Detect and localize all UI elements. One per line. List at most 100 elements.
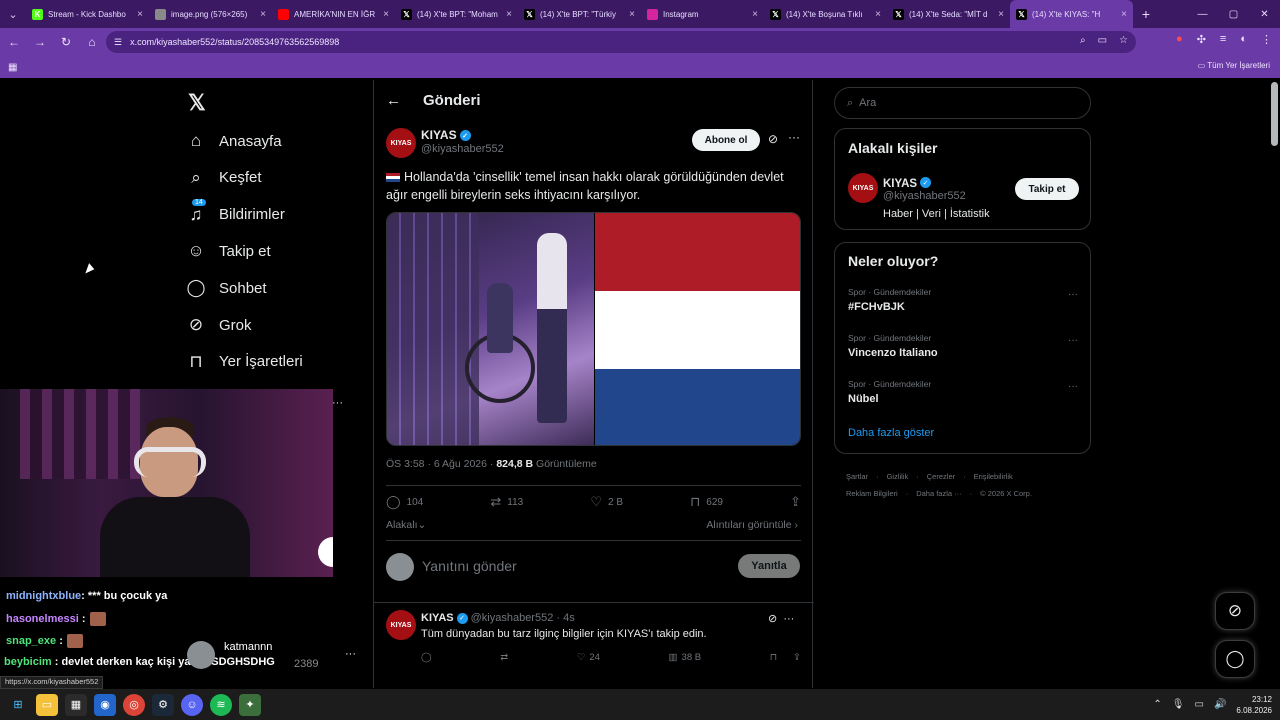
forward-icon[interactable]: → bbox=[28, 30, 52, 54]
tweet-time[interactable]: ÖS 3:58 · 6 Ağu 2026 · bbox=[386, 458, 496, 470]
browser-tab-2[interactable]: AMERİKA'NIN EN İĞR × bbox=[272, 0, 395, 28]
tab-close-icon[interactable]: × bbox=[1121, 9, 1127, 20]
browser-tab-4[interactable]: 𝕏 (14) X'te BPT: "Türkiy × bbox=[518, 0, 641, 28]
volume-icon[interactable]: 🔊 bbox=[1214, 699, 1226, 710]
bookmark-icon[interactable]: ⊓ bbox=[770, 652, 777, 663]
zoom-icon[interactable]: ⌕ bbox=[1080, 35, 1086, 46]
repost-button[interactable]: ⇄ bbox=[500, 652, 508, 663]
trend-item[interactable]: #FCHvBJK bbox=[848, 301, 905, 313]
related-sort[interactable]: Alakalı⌄ bbox=[386, 519, 426, 531]
chat-username[interactable]: beybicim bbox=[4, 656, 52, 668]
footer-link[interactable]: Gizlilik bbox=[887, 472, 909, 481]
home-browser-icon[interactable]: ⌂ bbox=[80, 30, 104, 54]
file-explorer-icon[interactable]: ▭ bbox=[36, 693, 58, 716]
tab-close-icon[interactable]: × bbox=[260, 9, 266, 20]
tab-close-icon[interactable]: × bbox=[998, 9, 1004, 20]
profile-avatar-icon[interactable]: ◐ bbox=[1240, 33, 1247, 46]
x-logo-icon[interactable]: 𝕏 bbox=[188, 90, 206, 116]
trend-item[interactable]: Nübel bbox=[848, 393, 879, 405]
webcam-more-icon[interactable]: ··· bbox=[332, 397, 343, 409]
browser-tab-8[interactable]: 𝕏 (14) X'te KIYAS: "H × bbox=[1010, 0, 1133, 28]
footer-link[interactable]: © 2026 X Corp. bbox=[980, 489, 1032, 498]
trend-more-icon[interactable]: ··· bbox=[1068, 335, 1078, 346]
like-button[interactable]: ♡ 2 B bbox=[590, 494, 623, 510]
reply-input[interactable]: Yanıtını gönder bbox=[422, 558, 517, 574]
reply-button[interactable]: ◯ bbox=[421, 652, 432, 663]
clock[interactable]: 23:12 6.08.2026 bbox=[1236, 694, 1272, 716]
display-icon[interactable]: ▭ bbox=[1195, 699, 1204, 710]
chat-username[interactable]: midnightxblue bbox=[6, 590, 81, 602]
obs-icon[interactable]: ◉ bbox=[94, 693, 116, 716]
spotify-icon[interactable]: ≋ bbox=[210, 693, 232, 716]
tab-close-icon[interactable]: × bbox=[629, 9, 635, 20]
footer-link[interactable]: Çerezler bbox=[927, 472, 955, 481]
back-arrow-icon[interactable]: ← bbox=[386, 92, 401, 109]
share-button[interactable]: ⇪ bbox=[790, 494, 801, 510]
author-name[interactable]: KIYAS ✓ bbox=[421, 128, 471, 142]
trend-more-icon[interactable]: ··· bbox=[1068, 381, 1078, 392]
browser-tab-7[interactable]: 𝕏 (14) X'te Seda: "MİT d × bbox=[887, 0, 1010, 28]
nav-item-chat[interactable]: ◯ Sohbet bbox=[184, 273, 266, 303]
nav-item-bell[interactable]: ♫ 14 Bildirimler bbox=[184, 198, 285, 230]
repost-button[interactable]: ⇄ 113 bbox=[490, 494, 523, 510]
show-more-link[interactable]: Daha fazla göster bbox=[848, 427, 934, 439]
tweet-image[interactable] bbox=[386, 212, 801, 446]
related-person-handle[interactable]: @kiyashaber552 bbox=[883, 190, 966, 202]
reply-button[interactable]: ◯ 104 bbox=[386, 494, 423, 510]
store-icon[interactable]: ▦ bbox=[65, 693, 87, 716]
bookmark-button[interactable]: ⊓ 629 bbox=[690, 494, 723, 510]
scrollbar-thumb[interactable] bbox=[1271, 82, 1278, 146]
chat-username[interactable]: hasonelmessi bbox=[6, 613, 79, 625]
minimize-icon[interactable]: — bbox=[1187, 0, 1218, 28]
tab-search-icon[interactable]: ⌄ bbox=[0, 0, 26, 28]
discord-icon[interactable]: ☺ bbox=[181, 693, 203, 716]
nav-item-follow[interactable]: ☺ Takip et bbox=[184, 236, 270, 266]
messages-float-button[interactable]: ◯ bbox=[1215, 640, 1255, 678]
follow-button[interactable]: Takip et bbox=[1015, 178, 1079, 200]
browser-tab-0[interactable]: K Stream - Kick Dashbo × bbox=[26, 0, 149, 28]
grok-float-button[interactable]: ⊘ bbox=[1215, 592, 1255, 630]
footer-link[interactable]: Daha fazla ··· bbox=[916, 489, 961, 498]
tab-close-icon[interactable]: × bbox=[506, 9, 512, 20]
trend-item[interactable]: Vincenzo Italiano bbox=[848, 347, 938, 359]
game-app-icon[interactable]: ✦ bbox=[239, 693, 261, 716]
footer-link[interactable]: Şartlar bbox=[846, 472, 868, 481]
tab-close-icon[interactable]: × bbox=[137, 9, 143, 20]
new-tab-button[interactable]: + bbox=[1133, 6, 1159, 22]
trend-more-icon[interactable]: ··· bbox=[1068, 289, 1078, 300]
chrome-icon[interactable]: ◎ bbox=[123, 693, 145, 716]
all-bookmarks-folder[interactable]: ▭ Tüm Yer İşaretleri bbox=[1198, 61, 1270, 70]
subscribe-button[interactable]: Abone ol bbox=[692, 129, 760, 151]
more-options-icon[interactable]: ··· bbox=[783, 613, 794, 625]
extension-red-icon[interactable]: ● bbox=[1176, 33, 1183, 46]
tray-chevron-icon[interactable]: ⌃ bbox=[1153, 699, 1161, 710]
nav-item-grok[interactable]: ⊘ Grok bbox=[184, 310, 252, 340]
author-handle[interactable]: @kiyashaber552 bbox=[421, 143, 504, 155]
search-input[interactable]: ⌕ Ara bbox=[834, 87, 1091, 119]
maximize-icon[interactable]: ▢ bbox=[1218, 0, 1249, 28]
reload-icon[interactable]: ↻ bbox=[54, 30, 78, 54]
site-info-icon[interactable]: ☰ bbox=[114, 37, 122, 48]
close-window-icon[interactable]: ✕ bbox=[1249, 0, 1280, 28]
reply-author-avatar[interactable]: KIYAS bbox=[386, 610, 416, 640]
browser-tab-5[interactable]: Instagram × bbox=[641, 0, 764, 28]
queue-icon[interactable]: ≡ bbox=[1220, 33, 1226, 46]
url-field[interactable]: ☰ x.com/kiyashaber552/status/20853497635… bbox=[106, 31, 1136, 53]
windows-start-icon[interactable]: ⊞ bbox=[7, 694, 29, 716]
nav-item-bookmark[interactable]: ⊓ Yer İşaretleri bbox=[184, 347, 302, 377]
viewer-more-icon[interactable]: ··· bbox=[345, 648, 356, 660]
steam-icon[interactable]: ⚙ bbox=[152, 693, 174, 716]
tab-close-icon[interactable]: × bbox=[752, 9, 758, 20]
tab-close-icon[interactable]: × bbox=[383, 9, 389, 20]
share-icon[interactable]: ⇪ bbox=[793, 652, 801, 663]
browser-tab-6[interactable]: 𝕏 (14) X'te Boşuna Tıklı × bbox=[764, 0, 887, 28]
back-icon[interactable]: ← bbox=[2, 30, 26, 54]
author-avatar[interactable]: KIYAS bbox=[386, 128, 416, 158]
nav-item-home[interactable]: ⌂ Anasayfa bbox=[184, 126, 282, 156]
chat-username[interactable]: snap_exe bbox=[6, 635, 56, 647]
view-quotes-link[interactable]: Alıntıları görüntüle › bbox=[706, 519, 798, 531]
reply-author-name[interactable]: KIYAS bbox=[421, 612, 454, 624]
more-options-icon[interactable]: ··· bbox=[788, 130, 800, 144]
grok-explain-icon[interactable]: ⊘ bbox=[768, 132, 778, 146]
footer-link[interactable]: Erişilebilirlik bbox=[974, 472, 1013, 481]
